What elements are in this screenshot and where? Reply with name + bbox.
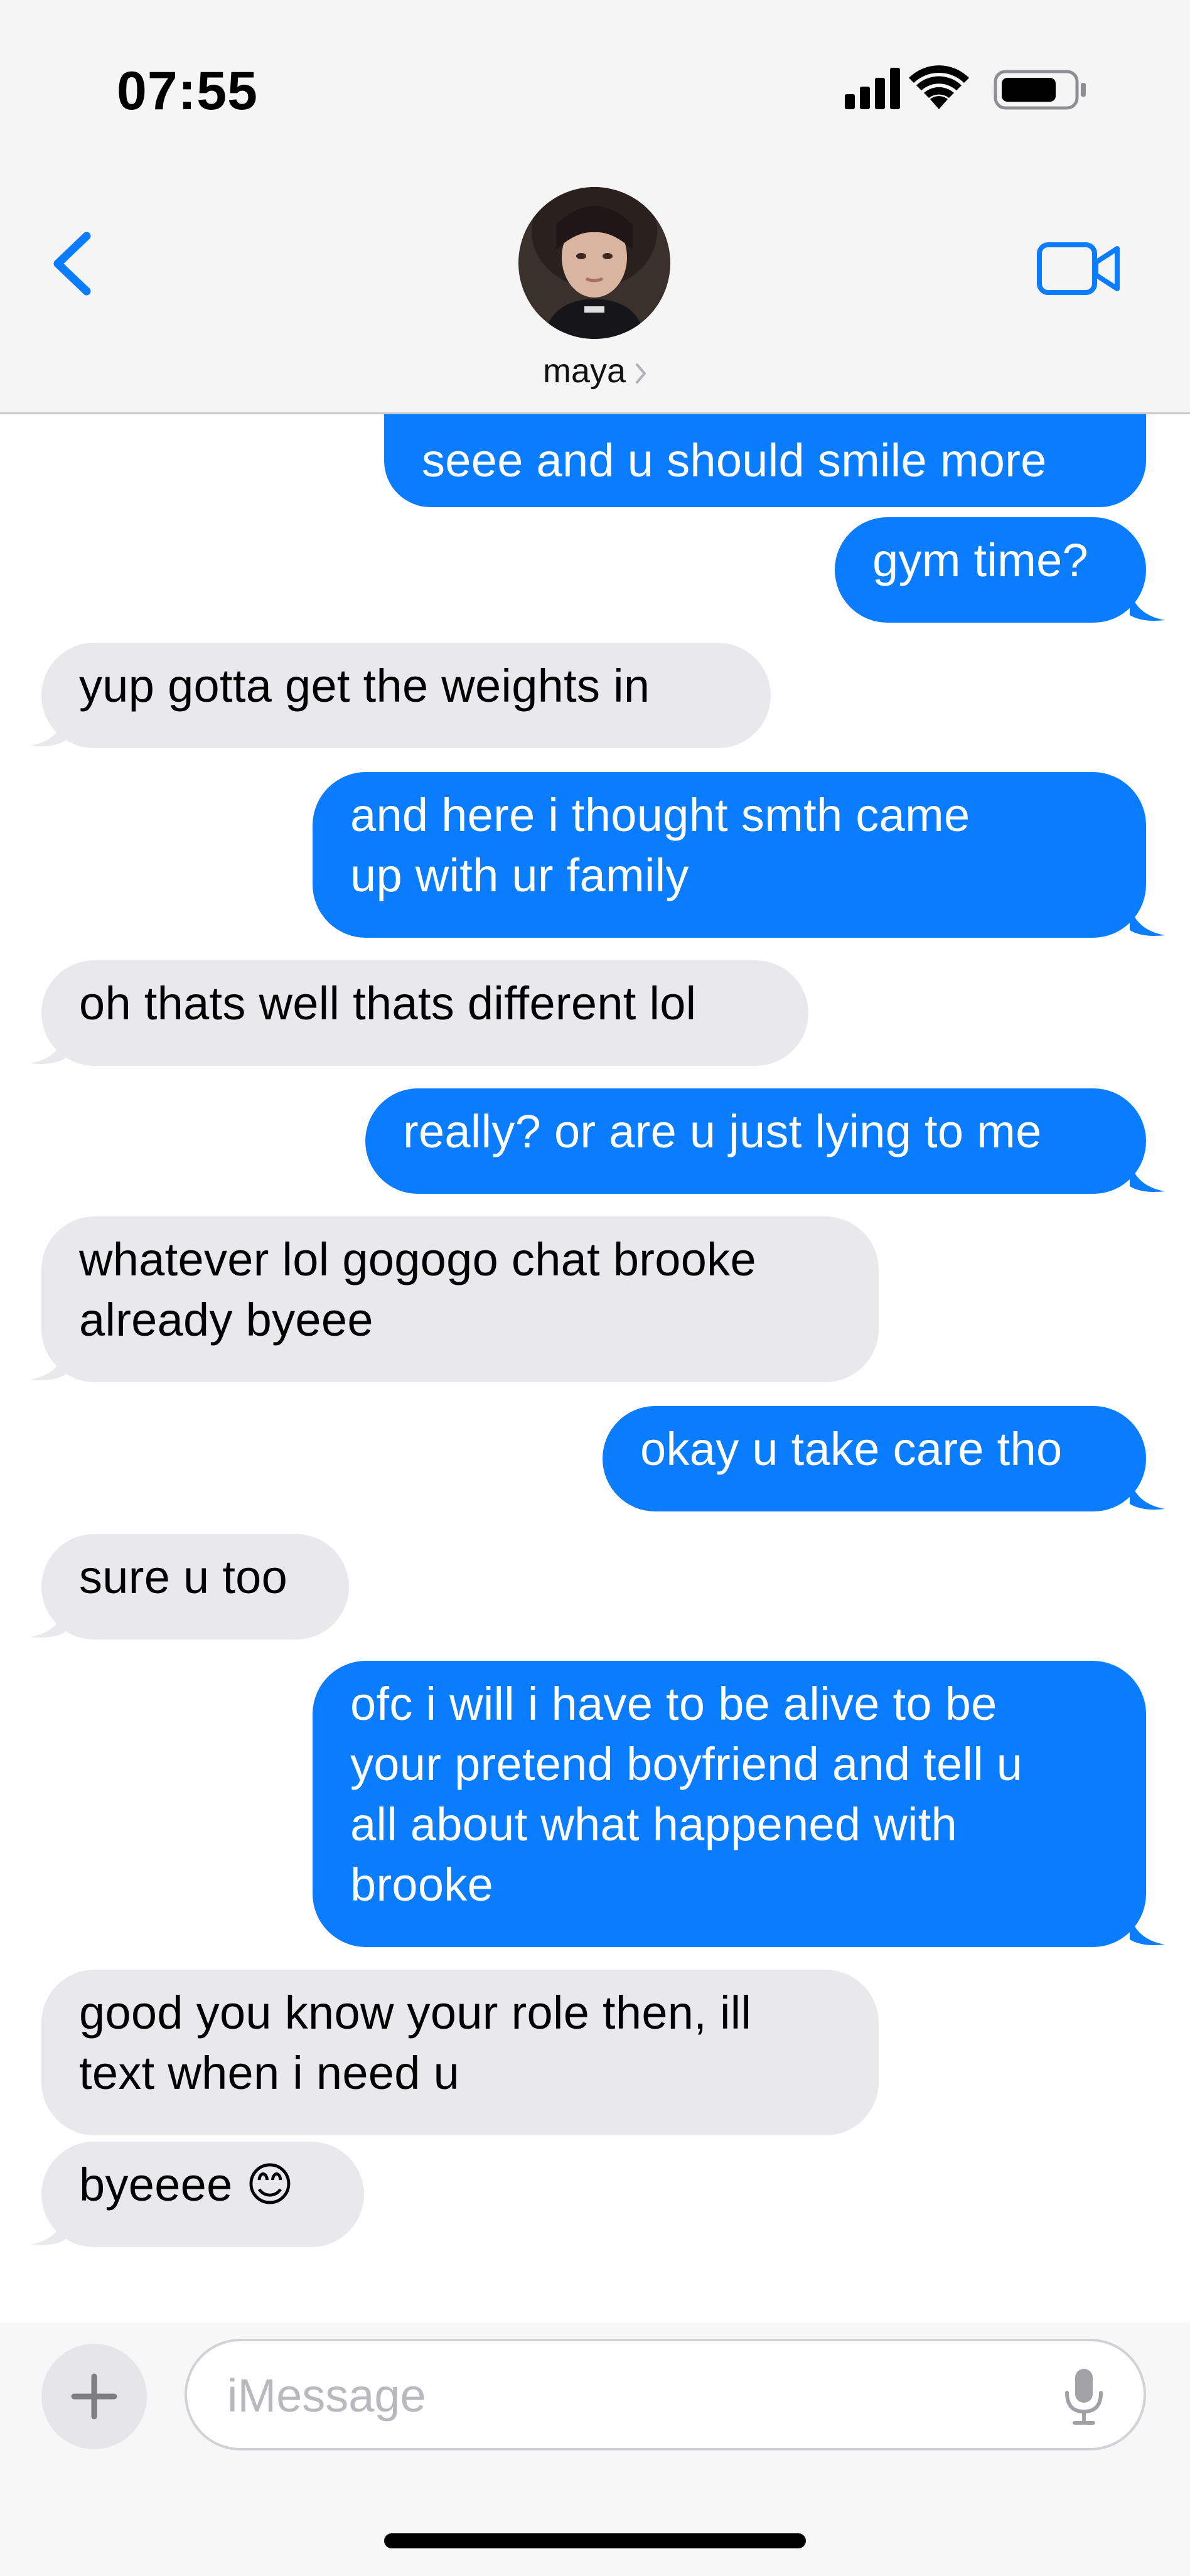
apps-button[interactable] — [41, 2344, 147, 2449]
status-icons — [845, 65, 1086, 110]
wifi-icon — [909, 65, 969, 109]
video-camera-icon — [1037, 242, 1120, 295]
video-call-button[interactable] — [1036, 237, 1123, 300]
message-input[interactable] — [226, 2341, 1044, 2449]
bubble-tail — [30, 1350, 65, 1380]
message-bubble[interactable]: okay u take care tho — [603, 1406, 1146, 1511]
message-bubble[interactable]: good you know your role then, ill text w… — [41, 1970, 879, 2135]
bubble-tail — [1130, 1479, 1165, 1510]
contact-avatar[interactable] — [518, 187, 670, 339]
bubble-tail — [1130, 1914, 1165, 1945]
status-time: 07:55 — [117, 61, 258, 121]
message-bubble[interactable]: whatever lol gogogo chat brooke already … — [41, 1216, 879, 1382]
plus-icon — [71, 2373, 117, 2420]
chevron-left-icon — [53, 232, 91, 296]
message-bubble[interactable]: oh thats well thats different lol — [41, 960, 808, 1066]
battery-icon — [994, 70, 1086, 110]
avatar-photo — [518, 187, 670, 339]
message-bubble[interactable]: really? or are u just lying to me — [365, 1088, 1146, 1194]
contact-name: maya — [542, 352, 626, 390]
message-bubble[interactable]: yup gotta get the weights in — [41, 643, 771, 748]
bubble-tail — [30, 1033, 65, 1064]
back-button[interactable] — [44, 226, 107, 301]
contact-name-button[interactable]: maya — [0, 352, 1190, 390]
message-bubble[interactable]: seee and u should smile more — [384, 414, 1146, 507]
message-bubble[interactable]: sure u too — [41, 1534, 349, 1640]
bubble-tail — [1130, 590, 1165, 621]
message-thread: seee and u should smile more gym time? y… — [0, 414, 1190, 2322]
message-field[interactable] — [185, 2339, 1146, 2450]
message-bubble[interactable]: and here i thought smth came up with ur … — [313, 772, 1146, 938]
bubble-tail — [30, 1607, 65, 1638]
message-bubble[interactable]: ofc i will i have to be alive to be your… — [313, 1661, 1146, 1947]
home-indicator — [384, 2533, 806, 2548]
bubble-tail — [30, 2214, 65, 2245]
bubble-tail — [1130, 1161, 1165, 1192]
messages-screen: 07:55 maya seee and u should smile more … — [0, 0, 1190, 2576]
chevron-right-icon — [636, 363, 646, 384]
cellular-signal-icon — [845, 68, 900, 109]
bubble-tail — [30, 716, 65, 746]
bubble-tail — [1130, 905, 1165, 936]
message-bubble[interactable]: gym time? — [835, 517, 1146, 623]
microphone-icon[interactable] — [1062, 2368, 1106, 2425]
message-bubble[interactable]: byeeee 😊 — [41, 2142, 364, 2247]
conversation-header: 07:55 maya — [0, 0, 1190, 414]
